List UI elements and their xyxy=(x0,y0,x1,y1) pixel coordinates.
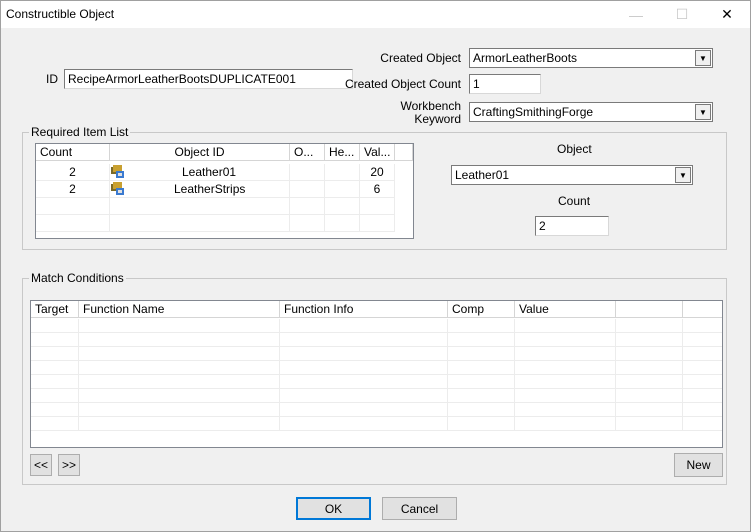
object-id-text: LeatherStrips xyxy=(174,182,246,196)
chevron-down-icon[interactable]: ▼ xyxy=(675,167,691,183)
column-header-extra-1[interactable] xyxy=(616,301,683,318)
created-object-label: Created Object xyxy=(380,51,461,65)
inventory-item-icon xyxy=(111,165,124,178)
object-label: Object xyxy=(557,142,592,156)
column-header-val[interactable]: Val... xyxy=(360,144,395,161)
count-field[interactable]: 2 xyxy=(535,216,609,236)
id-label: ID xyxy=(46,72,58,86)
empty-row xyxy=(36,198,395,215)
required-item-list-label: Required Item List xyxy=(29,125,131,139)
match-conditions-header: Target Function Name Function Info Comp … xyxy=(31,301,722,318)
match-conditions-table[interactable]: Target Function Name Function Info Comp … xyxy=(30,300,723,448)
previous-button[interactable]: << xyxy=(30,454,52,476)
close-button[interactable]: ✕ xyxy=(704,1,750,28)
object-select-value: Leather01 xyxy=(455,168,510,182)
created-object-value: ArmorLeatherBoots xyxy=(473,51,578,65)
created-count-field[interactable]: 1 xyxy=(469,74,541,94)
cell-he xyxy=(325,164,360,181)
count-label: Count xyxy=(558,194,591,208)
cell-val: 6 xyxy=(360,181,395,198)
column-header-extra-2[interactable] xyxy=(683,301,722,318)
required-items-header: Count Object ID O... He... Val... xyxy=(36,144,413,161)
new-condition-button[interactable]: New xyxy=(674,453,723,477)
column-header-target[interactable]: Target xyxy=(31,301,79,318)
constructible-object-dialog: Constructible Object — ☐ ✕ ID RecipeArmo… xyxy=(0,0,751,532)
cell-count: 2 xyxy=(36,164,110,181)
id-field[interactable]: RecipeArmorLeatherBootsDUPLICATE001 xyxy=(64,69,353,89)
window-title: Constructible Object xyxy=(6,7,115,21)
column-header-value[interactable]: Value xyxy=(515,301,616,318)
workbench-keyword-select[interactable]: CraftingSmithingForge ▼ xyxy=(469,102,713,122)
title-bar: Constructible Object — ☐ ✕ xyxy=(1,1,750,28)
object-id-text: Leather01 xyxy=(182,165,237,179)
cell-o xyxy=(290,164,325,181)
match-conditions-label: Match Conditions xyxy=(29,271,126,285)
column-header-function-info[interactable]: Function Info xyxy=(280,301,448,318)
empty-row xyxy=(36,215,395,232)
required-items-table[interactable]: Count Object ID O... He... Val... 2 Leat… xyxy=(35,143,414,239)
next-button[interactable]: >> xyxy=(58,454,80,476)
inventory-item-icon xyxy=(111,182,124,195)
maximize-button[interactable]: ☐ xyxy=(659,1,705,28)
cell-val: 20 xyxy=(360,164,395,181)
table-row[interactable]: 2 Leather01 20 xyxy=(36,164,395,181)
workbench-keyword-value: CraftingSmithingForge xyxy=(473,105,594,119)
column-header-extra xyxy=(395,144,413,161)
chevron-down-icon[interactable]: ▼ xyxy=(695,104,711,120)
cell-object-id: Leather01 xyxy=(110,164,290,181)
cell-count: 2 xyxy=(36,181,110,198)
column-header-he[interactable]: He... xyxy=(325,144,360,161)
minimize-button[interactable]: — xyxy=(613,1,659,28)
cell-he xyxy=(325,181,360,198)
cancel-button[interactable]: Cancel xyxy=(382,497,457,520)
cell-object-id: LeatherStrips xyxy=(110,181,290,198)
column-header-count[interactable]: Count xyxy=(36,144,110,161)
chevron-down-icon[interactable]: ▼ xyxy=(695,50,711,66)
workbench-label-line2: Keyword xyxy=(414,112,461,126)
table-row[interactable]: 2 LeatherStrips 6 xyxy=(36,181,395,198)
object-select[interactable]: Leather01 ▼ xyxy=(451,165,693,185)
column-header-comp[interactable]: Comp xyxy=(448,301,515,318)
empty-row xyxy=(31,417,722,434)
column-header-o[interactable]: O... xyxy=(290,144,325,161)
workbench-label-line1: Workbench xyxy=(400,99,461,113)
cell-o xyxy=(290,181,325,198)
created-object-select[interactable]: ArmorLeatherBoots ▼ xyxy=(469,48,713,68)
created-count-label: Created Object Count xyxy=(344,77,461,91)
ok-button[interactable]: OK xyxy=(296,497,371,520)
column-header-function-name[interactable]: Function Name xyxy=(79,301,280,318)
column-header-object-id[interactable]: Object ID xyxy=(110,144,290,161)
